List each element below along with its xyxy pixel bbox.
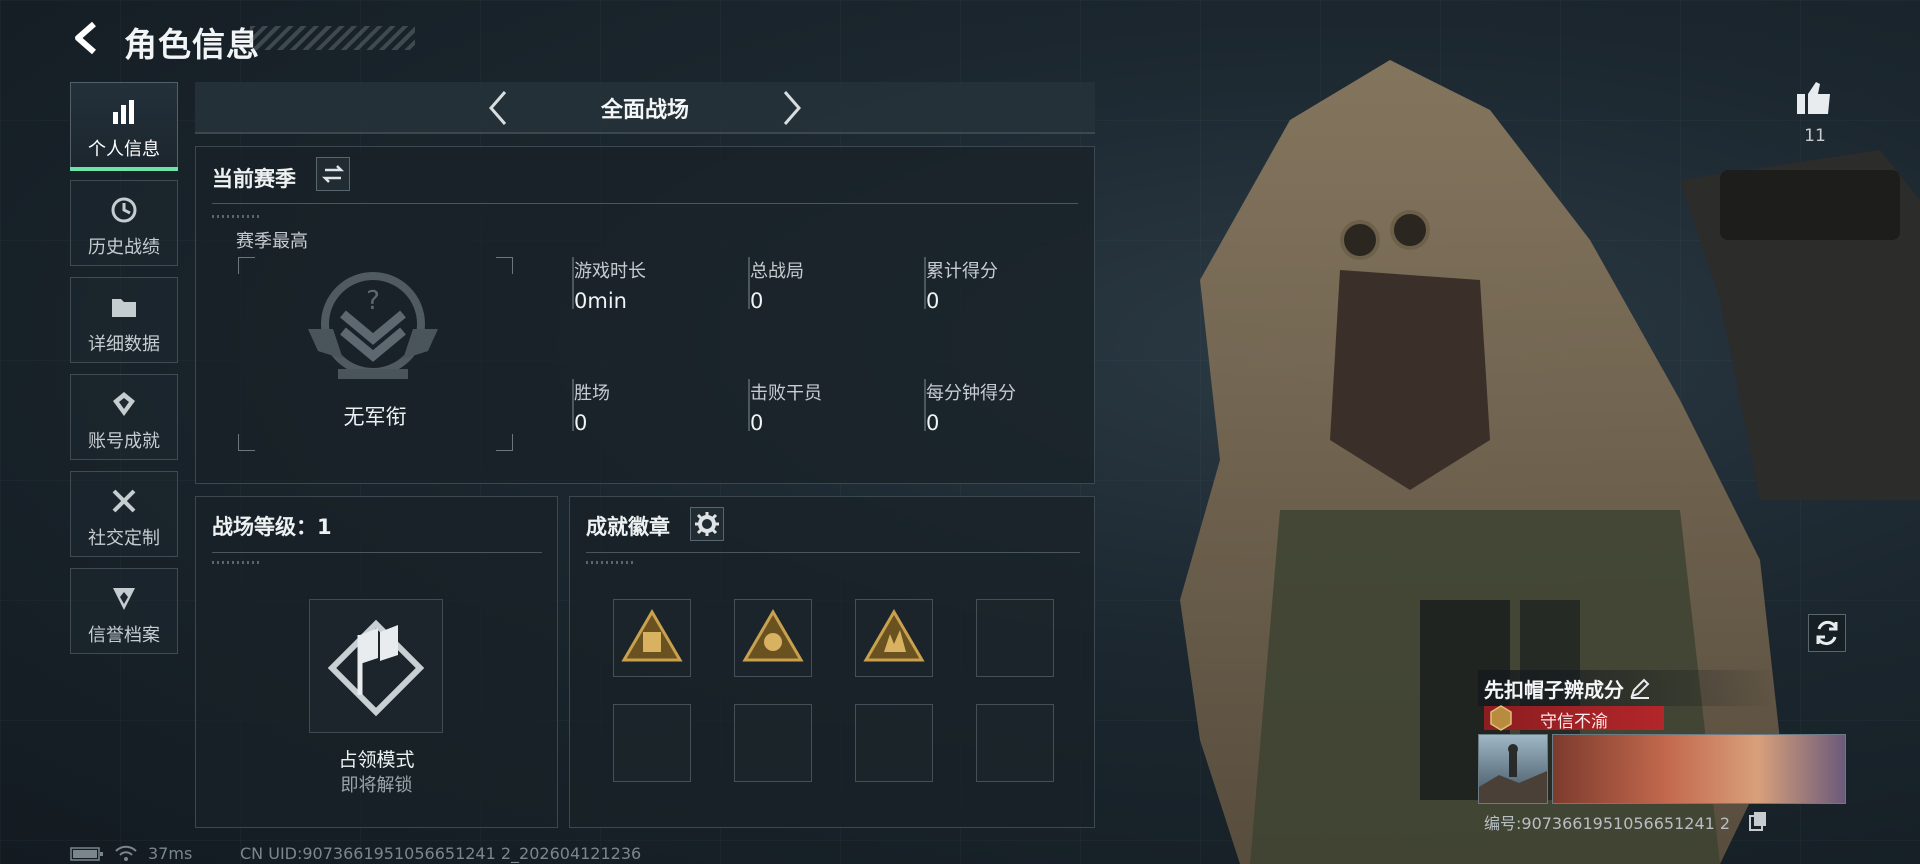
achievements-title: 成就徽章 <box>586 515 670 539</box>
stat-value-kills: 0 <box>750 411 764 435</box>
badge-triangle-icon <box>742 609 804 662</box>
wifi-icon <box>115 845 137 861</box>
badge-triangle-icon <box>621 609 683 662</box>
mode-status: 即将解锁 <box>340 775 413 796</box>
sidebar-item-label: 信誉档案 <box>88 625 160 646</box>
battlefield-level-title: 战场等级：1 <box>212 515 332 539</box>
badge-slot-4[interactable] <box>976 599 1054 677</box>
rank-name: 无军衔 <box>343 405 407 429</box>
season-panel: 当前赛季 赛季最高 ? 无军衔 游戏时长 0min 总战局 0 累计得分 0 胜… <box>195 146 1095 484</box>
frame-corner <box>496 434 513 451</box>
honor-title-badge: 守信不渝 <box>1484 705 1664 732</box>
badge-slot-8[interactable] <box>976 704 1054 782</box>
sidebar-item-achievements[interactable]: 账号成就 <box>70 374 178 460</box>
svg-text:?: ? <box>366 286 380 316</box>
uid-text: CN UID:9073661951056651241 2_20260412123… <box>240 844 642 863</box>
rank-emblem-icon: ? <box>308 272 438 379</box>
sidebar-item-label: 账号成就 <box>88 431 160 452</box>
divider-mark <box>212 561 262 564</box>
divider <box>212 552 542 553</box>
player-name-row: 先扣帽子辨成分 <box>1478 670 1778 706</box>
stat-value-playtime: 0min <box>574 289 627 313</box>
flag-mode-icon <box>327 619 425 717</box>
tools-icon <box>112 489 136 513</box>
sidebar-item-label: 详细数据 <box>88 334 160 355</box>
page-title: 角色信息 <box>124 25 260 64</box>
divider-mark <box>212 215 262 218</box>
back-arrow-icon[interactable] <box>66 18 106 58</box>
divider <box>212 203 1078 204</box>
battlefield-level-panel: 战场等级：1 占领模式 即将解锁 <box>195 496 558 828</box>
thumbs-up-icon[interactable] <box>1794 78 1836 118</box>
badge-slot-5[interactable] <box>613 704 691 782</box>
frame-corner <box>238 257 255 274</box>
next-mode-icon[interactable] <box>777 88 807 128</box>
edit-pencil-icon[interactable] <box>1628 676 1652 700</box>
sidebar-item-details[interactable]: 详细数据 <box>70 277 178 363</box>
stat-value-total-score: 0 <box>926 289 940 313</box>
divider-mark <box>586 561 636 564</box>
avatar[interactable] <box>1478 734 1548 804</box>
player-id: 编号:9073661951056651241 2 <box>1484 814 1731 833</box>
season-best-label: 赛季最高 <box>236 231 308 252</box>
stat-label-playtime: 游戏时长 <box>574 261 646 282</box>
sidebar-item-social[interactable]: 社交定制 <box>70 471 178 557</box>
badge-slot-6[interactable] <box>734 704 812 782</box>
badge-triangle-icon <box>863 609 925 662</box>
switch-season-button[interactable] <box>316 157 350 191</box>
avatar-figure-icon <box>1479 744 1547 803</box>
mode-selector: 全面战场 <box>195 82 1095 134</box>
divider <box>586 552 1080 553</box>
sidebar-item-reputation[interactable]: 信誉档案 <box>70 568 178 654</box>
ping-text: 37ms <box>148 844 193 863</box>
achievement-icon <box>113 392 135 416</box>
stat-label-kills: 击败干员 <box>750 383 822 404</box>
battery-icon <box>70 847 103 861</box>
honor-title: 守信不渝 <box>1540 712 1608 732</box>
copy-icon[interactable] <box>1748 810 1768 832</box>
badge-settings-button[interactable] <box>690 507 724 541</box>
refresh-icon <box>1816 620 1838 646</box>
like-count: 11 <box>1804 126 1826 146</box>
frame-corner <box>496 257 513 274</box>
gear-icon <box>695 512 719 536</box>
folder-icon <box>112 299 136 317</box>
stat-label-wins: 胜场 <box>574 383 610 404</box>
frame-corner <box>238 434 255 451</box>
sidebar-item-label: 社交定制 <box>88 528 160 549</box>
mode-name: 占领模式 <box>338 749 415 771</box>
mode-label: 全面战场 <box>600 98 689 123</box>
badge-slot-1[interactable] <box>613 599 691 677</box>
title-decoration <box>250 26 415 50</box>
badge-slot-3[interactable] <box>855 599 933 677</box>
sidebar-item-label: 个人信息 <box>88 139 160 160</box>
shield-icon <box>113 588 135 610</box>
stat-label-total-matches: 总战局 <box>750 261 804 282</box>
player-name: 先扣帽子辨成分 <box>1484 678 1624 702</box>
season-title: 当前赛季 <box>212 167 296 191</box>
sidebar-item-personal-info[interactable]: 个人信息 <box>70 82 178 171</box>
stat-label-score-per-minute: 每分钟得分 <box>926 383 1016 404</box>
history-clock-icon <box>111 197 137 223</box>
achievements-panel: 成就徽章 <box>569 496 1095 828</box>
sidebar-item-history[interactable]: 历史战绩 <box>70 180 178 266</box>
stat-value-wins: 0 <box>574 411 588 435</box>
badge-slot-7[interactable] <box>855 704 933 782</box>
badge-slot-2[interactable] <box>734 599 812 677</box>
stat-value-score-per-minute: 0 <box>926 411 940 435</box>
profile-banner[interactable] <box>1552 734 1846 804</box>
rotate-model-button[interactable] <box>1808 614 1846 652</box>
stat-label-total-score: 累计得分 <box>926 261 998 282</box>
mode-icon-frame <box>309 599 443 733</box>
stat-value-total-matches: 0 <box>750 289 764 313</box>
swap-icon <box>321 165 345 183</box>
sidebar-item-label: 历史战绩 <box>88 237 160 258</box>
bar-chart-icon <box>113 100 134 124</box>
